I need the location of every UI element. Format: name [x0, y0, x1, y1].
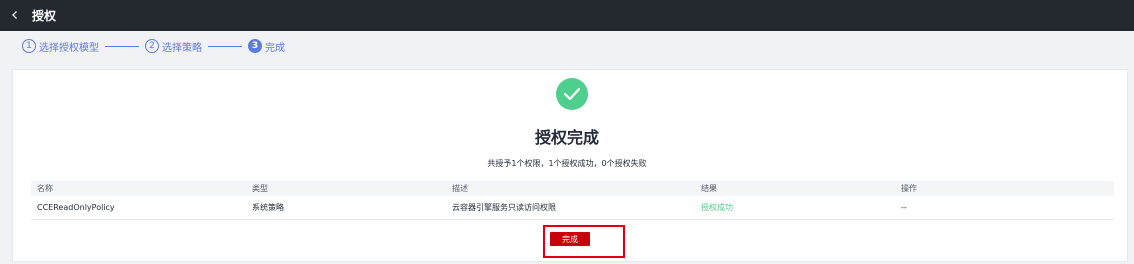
header-name: 名称: [37, 184, 53, 193]
step-label: 选择授权模型: [39, 42, 99, 54]
step-1: 1 选择授权模型: [22, 39, 99, 54]
header-description: 描述: [452, 184, 468, 193]
result-title: 授权完成: [534, 128, 599, 147]
back-button[interactable]: [0, 0, 30, 31]
result-summary: 共授予1个权限，1个授权成功，0个授权失败: [487, 159, 647, 168]
step-connector: [105, 45, 139, 47]
header-type: 类型: [252, 184, 268, 193]
step-3: 3 完成: [248, 39, 285, 54]
step-label: 完成: [265, 42, 285, 54]
table-header: 名称 类型 描述 结果 操作: [31, 181, 1114, 196]
done-button[interactable]: 完成: [550, 232, 590, 246]
cell-action: --: [901, 203, 907, 212]
cell-type: 系统策略: [252, 203, 284, 212]
step-number: 3: [248, 39, 262, 53]
step-indicator: 1 选择授权模型 2 选择策略 3 完成: [22, 38, 285, 54]
top-bar: 授权: [0, 0, 1134, 31]
chevron-left-icon: [10, 8, 20, 24]
step-label: 选择策略: [162, 42, 202, 54]
step-connector: [208, 45, 242, 47]
table-row: CCEReadOnlyPolicy 系统策略 云容器引擎服务只读访问权限 授权成…: [31, 196, 1114, 220]
cell-result: 授权成功: [701, 203, 733, 212]
check-circle-icon: [556, 78, 588, 110]
cell-description: 云容器引擎服务只读访问权限: [452, 203, 556, 212]
result-table: 名称 类型 描述 结果 操作 CCEReadOnlyPolicy 系统策略 云容…: [31, 181, 1114, 220]
step-number: 1: [22, 39, 36, 53]
page-title: 授权: [32, 9, 57, 23]
header-action: 操作: [901, 184, 917, 193]
header-result: 结果: [701, 184, 717, 193]
cell-name: CCEReadOnlyPolicy: [37, 203, 115, 212]
step-2: 2 选择策略: [145, 39, 202, 54]
step-number: 2: [145, 39, 159, 53]
